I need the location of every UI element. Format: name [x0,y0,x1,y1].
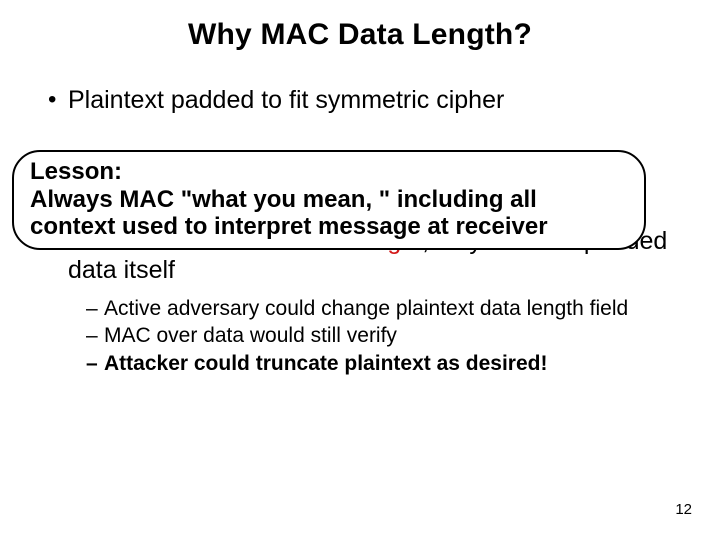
lesson-callout: Lesson: Always MAC "what you mean, " inc… [12,150,646,250]
sub-adversary-change: Active adversary could change plaintext … [86,296,680,321]
callout-line1: Lesson: [30,158,628,186]
sub-list: Active adversary could change plaintext … [86,296,680,376]
sub-mac-verify: MAC over data would still verify [86,323,680,348]
sub-truncate: Attacker could truncate plaintext as des… [86,351,680,376]
bullet-plaintext-padded: Plaintext padded to fit symmetric cipher [40,86,680,115]
callout-line2: Always MAC "what you mean, " including a… [30,186,628,241]
page-number: 12 [675,501,692,518]
slide: Why MAC Data Length? Plaintext padded to… [0,0,720,540]
slide-title: Why MAC Data Length? [40,18,680,52]
